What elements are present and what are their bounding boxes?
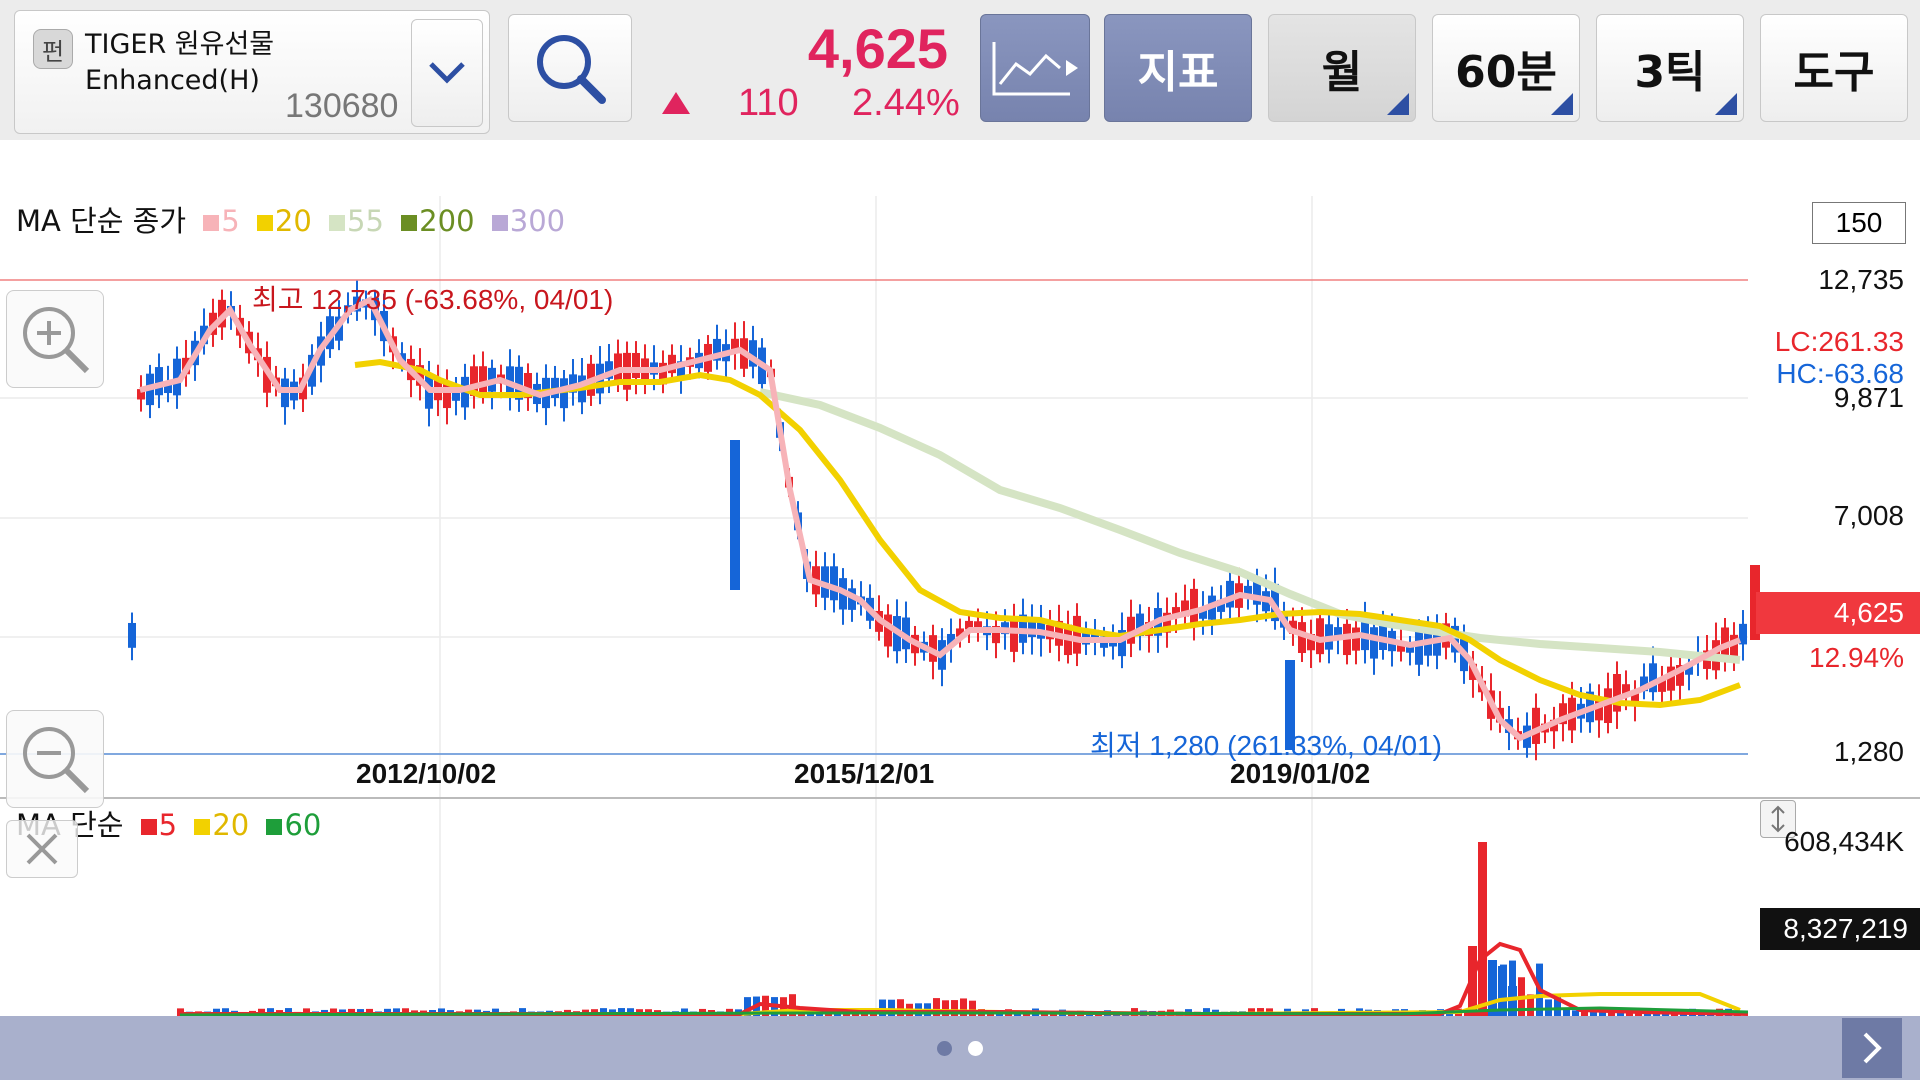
current-volume-tag: 8,327,219	[1760, 908, 1920, 950]
y-label-low: 1,280	[1833, 736, 1904, 767]
hc-label: HC:-63.68	[1776, 358, 1904, 389]
y-label-high: 12,735	[1818, 264, 1904, 295]
legend-ma5: 5	[221, 204, 240, 238]
next-page-button[interactable]	[1842, 1018, 1902, 1078]
x-label-2015: 2015/12/01	[794, 758, 935, 789]
y-label-7008: 7,008	[1833, 500, 1904, 531]
zoom-in-button[interactable]	[6, 290, 104, 388]
legend-ma55: 55	[347, 204, 384, 238]
price-chart[interactable]	[0, 0, 1920, 1016]
current-pct-label: 12.94%	[1809, 642, 1904, 673]
close-pane-button[interactable]	[6, 820, 78, 878]
page-dot-2[interactable]	[968, 1041, 983, 1056]
high-annotation: 최고 12,735 (-63.68%, 04/01)	[252, 284, 614, 315]
page-dot-1[interactable]	[937, 1041, 952, 1056]
zoom-out-button[interactable]	[6, 710, 104, 808]
legend-vma60: 60	[284, 808, 322, 842]
legend-vma5: 5	[158, 808, 178, 842]
legend-title: MA 단순 종가	[16, 204, 187, 238]
legend-ma300: 300	[509, 204, 566, 238]
zoom-out-icon	[23, 727, 90, 794]
legend-ma200: 200	[419, 204, 475, 238]
current-price-tag: 4,625	[1756, 592, 1920, 634]
volume-y-max: 608,434K	[1784, 826, 1904, 857]
close-icon	[26, 833, 58, 865]
bottom-pager-bar	[0, 1016, 1920, 1080]
x-label-2012: 2012/10/02	[356, 758, 497, 789]
lc-label: LC:261.33	[1774, 326, 1904, 357]
x-label-2019: 2019/01/02	[1230, 758, 1371, 789]
legend-vma20: 20	[212, 808, 250, 842]
chevron-right-icon	[1863, 1032, 1882, 1064]
candle-count-box[interactable]: 150	[1812, 202, 1906, 244]
zoom-in-icon	[23, 307, 90, 374]
main-legend: MA 단순 종가 5 20 55 200 300	[16, 198, 565, 240]
legend-ma20: 20	[274, 204, 312, 238]
